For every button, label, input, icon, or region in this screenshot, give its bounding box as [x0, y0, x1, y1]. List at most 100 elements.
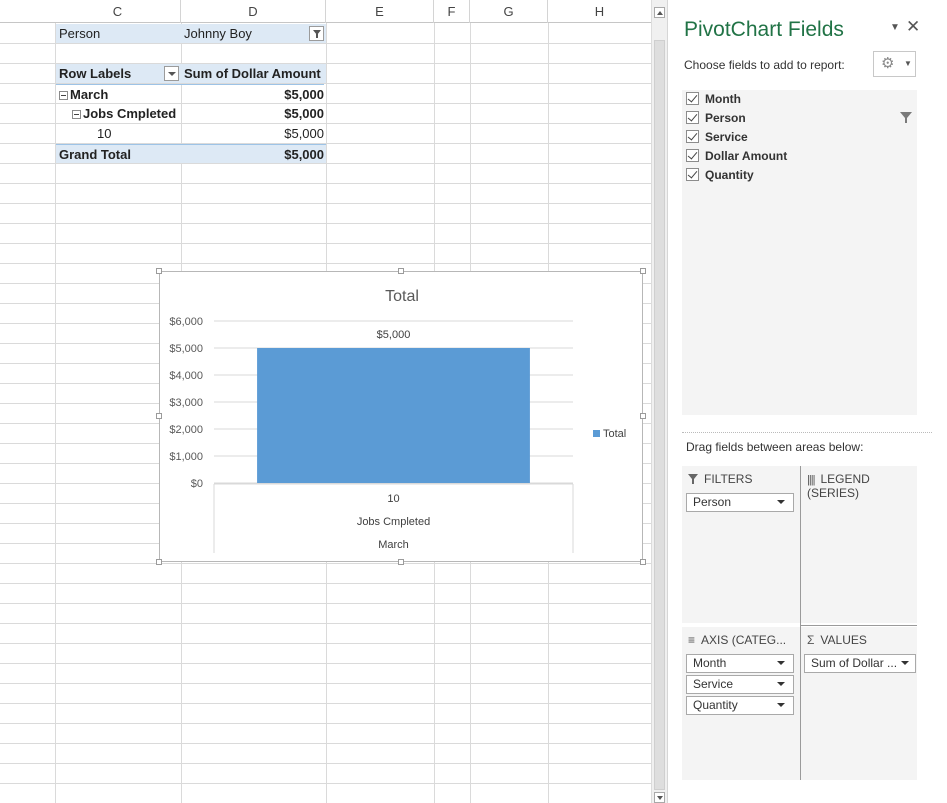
- filters-chip-person[interactable]: Person: [686, 493, 794, 512]
- pane-title: PivotChart Fields: [684, 18, 844, 41]
- row-jobs-label: Jobs Cmpleted: [83, 106, 177, 121]
- scroll-thumb[interactable]: [654, 40, 665, 790]
- vertical-scrollbar[interactable]: [651, 0, 667, 803]
- row-quantity-value[interactable]: $5,000: [181, 124, 324, 143]
- column-header-f[interactable]: F: [434, 0, 470, 23]
- filter-field-value[interactable]: Johnny Boy: [181, 24, 326, 43]
- axis-label: AXIS (CATEG...: [701, 633, 787, 647]
- y-tick-label: $2,000: [169, 424, 203, 436]
- area-divider[interactable]: [800, 466, 801, 780]
- axis-chip-month[interactable]: Month: [686, 654, 794, 673]
- y-tick-label: $1,000: [169, 451, 203, 463]
- checkbox-icon[interactable]: [686, 168, 699, 181]
- row-jobs[interactable]: Jobs Cmpleted: [56, 104, 181, 123]
- resize-handle[interactable]: [640, 559, 646, 565]
- field-service-label: Service: [705, 130, 748, 144]
- close-icon[interactable]: ✕: [906, 17, 920, 37]
- resize-handle[interactable]: [398, 559, 404, 565]
- legend-columns-icon: ||||: [807, 474, 816, 486]
- scroll-down-icon[interactable]: [654, 792, 665, 803]
- filter-funnel-icon: [900, 112, 912, 123]
- row-march-label: March: [70, 87, 109, 102]
- column-header-d[interactable]: D: [181, 0, 326, 23]
- field-quantity-label: Quantity: [705, 168, 754, 182]
- chip-label: Person: [693, 495, 732, 509]
- spreadsheet[interactable]: C D E F G H Person Johnny Boy Row Labels…: [0, 0, 651, 803]
- row-march[interactable]: March: [56, 84, 181, 103]
- row-labels-dropdown-button[interactable]: [164, 66, 179, 81]
- checkbox-icon[interactable]: [686, 92, 699, 105]
- values-area[interactable]: Σ VALUES Sum of Dollar ...: [801, 627, 917, 780]
- axis-rows-icon: ≡: [688, 633, 696, 647]
- field-dollar-amount[interactable]: Dollar Amount: [686, 147, 787, 165]
- collapse-icon[interactable]: [59, 91, 68, 100]
- resize-handle[interactable]: [640, 413, 646, 419]
- filters-area[interactable]: FILTERS Person: [682, 466, 800, 623]
- tools-button[interactable]: ⚙ ▼: [873, 51, 916, 77]
- chevron-down-icon[interactable]: [777, 661, 785, 665]
- legend-label: LEGEND (SERIES): [807, 472, 870, 500]
- chip-label: Sum of Dollar ...: [811, 656, 898, 670]
- sum-header[interactable]: Sum of Dollar Amount: [181, 64, 326, 83]
- column-header-g[interactable]: G: [470, 0, 548, 23]
- sigma-icon: Σ: [807, 633, 815, 647]
- y-tick-label: $0: [191, 478, 203, 490]
- chip-label: Month: [693, 656, 727, 670]
- values-chip-sum[interactable]: Sum of Dollar ...: [804, 654, 916, 673]
- grand-total-label[interactable]: Grand Total: [56, 144, 181, 163]
- resize-handle[interactable]: [398, 268, 404, 274]
- chevron-down-icon: ▼: [904, 59, 912, 68]
- checkbox-icon[interactable]: [686, 130, 699, 143]
- resize-handle[interactable]: [156, 413, 162, 419]
- chevron-down-icon[interactable]: [777, 703, 785, 707]
- category-label: 10: [387, 493, 399, 505]
- column-header-e[interactable]: E: [326, 0, 434, 23]
- y-tick-label: $5,000: [169, 343, 203, 355]
- chevron-down-icon[interactable]: [901, 661, 909, 665]
- separator: [682, 432, 932, 433]
- checkbox-icon[interactable]: [686, 149, 699, 162]
- field-month-label: Month: [705, 92, 741, 106]
- field-person[interactable]: Person: [686, 109, 746, 127]
- axis-chip-quantity[interactable]: Quantity: [686, 696, 794, 715]
- axis-chip-service[interactable]: Service: [686, 675, 794, 694]
- y-tick-label: $6,000: [169, 316, 203, 328]
- filter-field-label[interactable]: Person: [56, 24, 181, 43]
- field-service[interactable]: Service: [686, 128, 748, 146]
- field-month[interactable]: Month: [686, 90, 741, 108]
- gear-icon: ⚙: [881, 55, 895, 72]
- category-label: Jobs Cmpleted: [357, 516, 430, 528]
- values-area-header: Σ VALUES: [807, 633, 867, 647]
- field-quantity[interactable]: Quantity: [686, 166, 754, 184]
- chevron-down-icon[interactable]: [777, 682, 785, 686]
- axis-area-header: ≡ AXIS (CATEG...: [688, 633, 786, 647]
- collapse-icon[interactable]: [72, 110, 81, 119]
- grand-total-value[interactable]: $5,000: [181, 144, 326, 163]
- column-header-h[interactable]: H: [548, 0, 651, 23]
- field-list: Month Person Service Dollar Amount Quant…: [682, 90, 917, 415]
- filter-funnel-icon: [688, 474, 698, 484]
- area-divider[interactable]: [801, 625, 917, 626]
- row-march-value[interactable]: $5,000: [181, 84, 324, 103]
- filter-dropdown-button[interactable]: [309, 26, 324, 41]
- resize-handle[interactable]: [156, 559, 162, 565]
- legend-label: Total: [603, 428, 626, 440]
- column-header-c[interactable]: C: [55, 0, 181, 23]
- filters-label: FILTERS: [704, 472, 753, 486]
- pane-options-chevron-icon[interactable]: ▼: [890, 22, 900, 33]
- row-labels-header[interactable]: Row Labels: [56, 64, 181, 83]
- resize-handle[interactable]: [640, 268, 646, 274]
- checkbox-icon[interactable]: [686, 111, 699, 124]
- bar: [257, 348, 530, 483]
- y-tick-label: $4,000: [169, 370, 203, 382]
- row-jobs-value[interactable]: $5,000: [181, 104, 324, 123]
- row-quantity-label[interactable]: 10: [56, 124, 181, 143]
- pivot-chart[interactable]: Total $0 $1,000 $2,000 $3,000 $4,000 $5,000 $6,…: [159, 271, 643, 562]
- axis-area[interactable]: ≡ AXIS (CATEG... Month Service Quantity: [682, 627, 800, 780]
- data-label: $5,000: [377, 329, 411, 341]
- resize-handle[interactable]: [156, 268, 162, 274]
- chevron-down-icon[interactable]: [777, 500, 785, 504]
- scroll-up-icon[interactable]: [654, 7, 665, 18]
- chart-title: Total: [385, 288, 419, 305]
- legend-area[interactable]: |||| LEGEND (SERIES): [801, 466, 917, 623]
